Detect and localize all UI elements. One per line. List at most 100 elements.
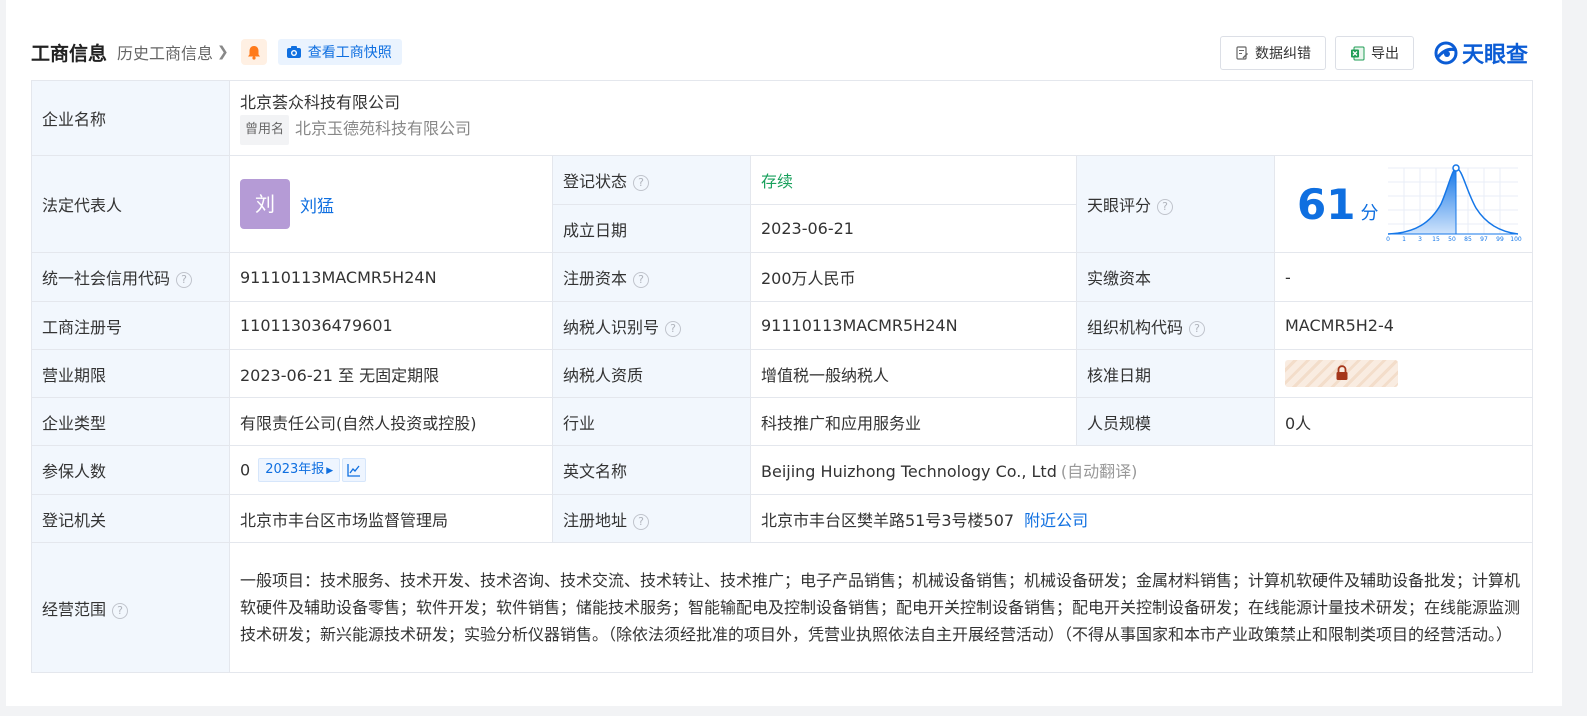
trend-icon <box>347 464 361 477</box>
trend-chart-button[interactable] <box>342 458 367 482</box>
table-row: 工商注册号 110113036479601 纳税人识别号? 91110113MA… <box>31 301 1533 350</box>
chevron-right-icon: ❯ <box>217 44 229 60</box>
english-name-cell: Beijing Huizhong Technology Co., Ltd (自动翻… <box>750 445 1533 495</box>
auto-translate-note: (自动翻译) <box>1060 462 1138 481</box>
paid-capital-value: - <box>1274 252 1533 302</box>
score-value: 61 分 <box>1297 180 1378 229</box>
score-axis-tick: 1 <box>1402 236 1406 243</box>
score-distribution-chart: 0 1 3 15 50 85 97 99 100 <box>1386 164 1522 243</box>
insured-value: 0 <box>240 460 251 480</box>
former-name-row: 曾用名 北京玉德苑科技有限公司 <box>240 115 1522 145</box>
address-label-cell: 注册地址? <box>552 494 751 543</box>
reg-status-label: 登记状态 <box>563 172 628 191</box>
export-button[interactable]: 导出 <box>1334 36 1414 70</box>
history-business-info-link[interactable]: 历史工商信息 ❯ <box>117 40 229 64</box>
approve-date-cell <box>1274 349 1533 398</box>
term-value: 2023-06-21 至 无固定期限 <box>229 349 553 398</box>
org-code-label: 组织机构代码 <box>1087 317 1184 337</box>
avatar[interactable]: 刘 <box>240 179 290 229</box>
camera-icon <box>286 46 301 58</box>
annual-report-link[interactable]: 2023年报 ▶ <box>258 458 341 482</box>
locked-value[interactable] <box>1285 360 1398 387</box>
section-header: 工商信息 历史工商信息 ❯ 查看工商快照 数据纠错 导出 天眼查 <box>31 36 1528 70</box>
bell-icon <box>247 45 260 60</box>
english-name-value: Beijing Huizhong Technology Co., Ltd <box>761 462 1057 481</box>
taxpayer-id-label: 纳税人识别号 <box>563 317 660 337</box>
reg-capital-label: 注册资本 <box>563 269 628 288</box>
company-type-value: 有限责任公司(自然人投资或控股) <box>229 397 553 446</box>
address-cell: 北京市丰台区樊羊路51号3号楼507 附近公司 <box>750 494 1533 543</box>
history-label: 历史工商信息 <box>117 44 214 63</box>
caret-right-icon: ▶ <box>326 466 334 476</box>
credit-code-label: 统一社会信用代码 <box>42 269 171 288</box>
taxpayer-id-value: 91110113MACMR5H24N <box>750 301 1077 350</box>
logo-text: 天眼查 <box>1461 43 1528 68</box>
score-label-cell: 天眼评分? <box>1076 155 1275 253</box>
industry-value: 科技推广和应用服务业 <box>750 397 1077 446</box>
staff-size-value: 0人 <box>1274 397 1533 446</box>
reg-capital-value: 200万人民币 <box>750 252 1077 302</box>
score-label: 天眼评分 <box>1087 196 1152 215</box>
help-icon[interactable]: ? <box>1189 320 1206 337</box>
lock-icon <box>1336 365 1348 380</box>
nearby-companies-link[interactable]: 附近公司 <box>1024 511 1088 530</box>
help-icon[interactable]: ? <box>633 513 650 530</box>
legal-rep-label: 法定代表人 <box>31 155 230 253</box>
table-row: 企业名称 北京荟众科技有限公司 曾用名 北京玉德苑科技有限公司 <box>31 80 1533 156</box>
found-date-label: 成立日期 <box>552 204 751 253</box>
approve-date-label: 核准日期 <box>1076 349 1275 398</box>
org-code-label-cell: 组织机构代码? <box>1076 301 1275 350</box>
company-type-label: 企业类型 <box>31 397 230 446</box>
help-icon[interactable]: ? <box>633 272 650 288</box>
insured-label: 参保人数 <box>31 445 230 495</box>
data-correction-button[interactable]: 数据纠错 <box>1219 36 1326 70</box>
insured-cell: 0 2023年报 ▶ <box>229 445 553 495</box>
data-correction-label: 数据纠错 <box>1254 46 1311 62</box>
credit-code-label-cell: 统一社会信用代码? <box>31 252 230 302</box>
english-name-label: 英文名称 <box>552 445 751 495</box>
table-row: 参保人数 0 2023年报 ▶ 英文名称 Beijing Huizhong Tech… <box>31 445 1533 495</box>
reg-status-label-cell: 登记状态? <box>552 155 751 205</box>
help-icon[interactable]: ? <box>665 320 682 337</box>
taxpayer-qual-label: 纳税人资质 <box>552 349 751 398</box>
view-snapshot-button[interactable]: 查看工商快照 <box>277 39 402 65</box>
score-axis-tick: 97 <box>1480 236 1488 243</box>
term-label: 营业期限 <box>31 349 230 398</box>
score-axis-tick: 50 <box>1448 236 1456 243</box>
help-icon[interactable]: ? <box>1157 199 1174 215</box>
snapshot-label: 查看工商快照 <box>307 45 392 61</box>
score-axis-tick: 0 <box>1386 236 1390 243</box>
reg-no-value: 110113036479601 <box>229 301 553 350</box>
reg-status-value: 存续 <box>750 155 1077 205</box>
taxpayer-qual-value: 增值税一般纳税人 <box>750 349 1077 398</box>
staff-size-label: 人员规模 <box>1076 397 1275 446</box>
legal-rep-link[interactable]: 刘猛 <box>300 197 334 217</box>
former-name: 北京玉德苑科技有限公司 <box>295 119 472 138</box>
score-axis-tick: 85 <box>1464 236 1472 243</box>
table-row: 法定代表人 刘刘猛 登记状态? 存续 天眼评分? 61 分 0 1 3 15 5… <box>31 155 1533 253</box>
business-info-card: 工商信息 历史工商信息 ❯ 查看工商快照 数据纠错 导出 天眼查 企业名称 北京… <box>6 0 1562 706</box>
industry-label: 行业 <box>552 397 751 446</box>
help-icon[interactable]: ? <box>633 175 650 191</box>
table-row: 经营范围? 一般项目：技术服务、技术开发、技术咨询、技术交流、技术转让、技术推广… <box>31 542 1533 673</box>
taxpayer-id-label-cell: 纳税人识别号? <box>552 301 751 350</box>
reg-no-label: 工商注册号 <box>31 301 230 350</box>
eye-logo-icon <box>1434 41 1458 65</box>
section-title: 工商信息 <box>31 42 108 65</box>
scope-label-cell: 经营范围? <box>31 542 230 673</box>
score-cell[interactable]: 61 分 0 1 3 15 50 85 97 99 100 <box>1274 155 1533 253</box>
help-icon[interactable]: ? <box>112 602 129 619</box>
monitor-bell-button[interactable] <box>240 39 267 65</box>
help-icon[interactable]: ? <box>176 272 193 288</box>
paid-capital-label: 实缴资本 <box>1076 252 1275 302</box>
reg-capital-label-cell: 注册资本? <box>552 252 751 302</box>
annual-report-label: 2023年报 <box>265 462 325 477</box>
export-label: 导出 <box>1370 46 1399 62</box>
company-name-cell: 北京荟众科技有限公司 曾用名 北京玉德苑科技有限公司 <box>229 80 1533 156</box>
authority-value: 北京市丰台区市场监督管理局 <box>229 494 553 543</box>
table-row: 营业期限 2023-06-21 至 无固定期限 纳税人资质 增值税一般纳税人 核… <box>31 349 1533 398</box>
table-row: 登记机关 北京市丰台区市场监督管理局 注册地址? 北京市丰台区樊羊路51号3号楼… <box>31 494 1533 543</box>
score-number: 61 <box>1297 179 1356 229</box>
business-info-table: 企业名称 北京荟众科技有限公司 曾用名 北京玉德苑科技有限公司 法定代表人 刘刘猛… <box>31 80 1533 673</box>
scope-label: 经营范围 <box>42 599 107 619</box>
